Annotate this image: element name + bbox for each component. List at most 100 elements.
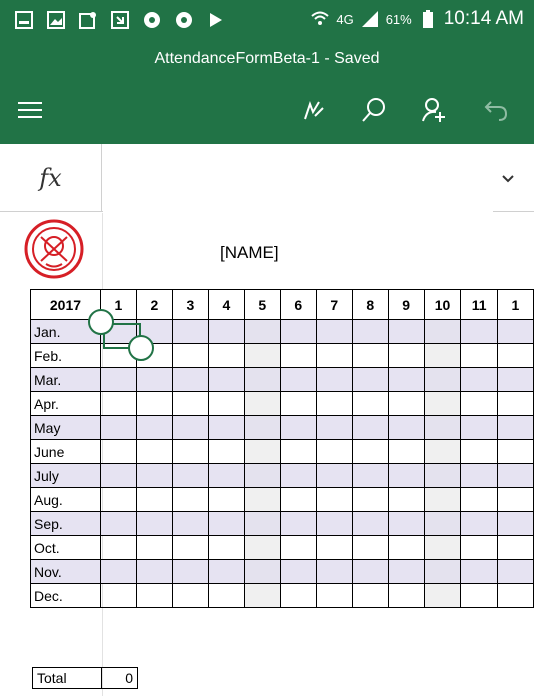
attendance-cell[interactable] (207, 319, 245, 344)
attendance-cell[interactable] (171, 343, 209, 368)
attendance-cell[interactable] (387, 487, 425, 512)
day-header[interactable]: 3 (171, 289, 209, 320)
search-button[interactable] (354, 90, 394, 130)
attendance-cell[interactable] (496, 559, 534, 584)
attendance-cell[interactable] (351, 583, 389, 608)
attendance-cell[interactable] (423, 463, 462, 488)
attendance-cell[interactable] (99, 535, 137, 560)
attendance-cell[interactable] (351, 415, 389, 440)
day-header[interactable]: 9 (387, 289, 425, 320)
attendance-cell[interactable] (460, 343, 498, 368)
formula-input[interactable] (103, 144, 493, 212)
month-label[interactable]: Mar. (30, 367, 101, 392)
attendance-cell[interactable] (387, 583, 425, 608)
attendance-cell[interactable] (387, 535, 425, 560)
selection-start-handle[interactable] (88, 309, 114, 335)
attendance-cell[interactable] (243, 463, 281, 488)
attendance-cell[interactable] (423, 319, 462, 344)
attendance-cell[interactable] (171, 583, 209, 608)
attendance-cell[interactable] (423, 583, 462, 608)
attendance-cell[interactable] (135, 415, 173, 440)
draw-button[interactable] (294, 90, 334, 130)
attendance-cell[interactable] (460, 439, 498, 464)
share-button[interactable] (414, 90, 454, 130)
attendance-cell[interactable] (460, 367, 498, 392)
attendance-cell[interactable] (99, 583, 137, 608)
attendance-cell[interactable] (315, 559, 353, 584)
attendance-cell[interactable] (279, 463, 317, 488)
attendance-cell[interactable] (279, 439, 317, 464)
attendance-cell[interactable] (171, 439, 209, 464)
attendance-cell[interactable] (279, 511, 317, 536)
attendance-cell[interactable] (460, 319, 498, 344)
month-label[interactable]: Nov. (30, 559, 101, 584)
attendance-cell[interactable] (496, 583, 534, 608)
attendance-cell[interactable] (99, 559, 137, 584)
attendance-cell[interactable] (387, 559, 425, 584)
attendance-cell[interactable] (99, 463, 137, 488)
attendance-cell[interactable] (207, 439, 245, 464)
attendance-cell[interactable] (351, 343, 389, 368)
attendance-cell[interactable] (207, 535, 245, 560)
attendance-cell[interactable] (279, 319, 317, 344)
chevron-down-icon[interactable] (498, 168, 518, 188)
attendance-cell[interactable] (460, 535, 498, 560)
month-label[interactable]: Aug. (30, 487, 101, 512)
attendance-cell[interactable] (99, 439, 137, 464)
attendance-cell[interactable] (207, 559, 245, 584)
attendance-cell[interactable] (496, 463, 534, 488)
attendance-cell[interactable] (460, 487, 498, 512)
attendance-cell[interactable] (460, 511, 498, 536)
attendance-cell[interactable] (496, 535, 534, 560)
attendance-cell[interactable] (243, 487, 281, 512)
attendance-cell[interactable] (423, 511, 462, 536)
attendance-cell[interactable] (423, 487, 462, 512)
attendance-cell[interactable] (207, 415, 245, 440)
attendance-cell[interactable] (315, 535, 353, 560)
attendance-cell[interactable] (171, 559, 209, 584)
attendance-cell[interactable] (279, 391, 317, 416)
attendance-cell[interactable] (171, 463, 209, 488)
attendance-cell[interactable] (135, 487, 173, 512)
attendance-cell[interactable] (279, 367, 317, 392)
month-label[interactable]: Oct. (30, 535, 101, 560)
attendance-cell[interactable] (243, 343, 281, 368)
attendance-cell[interactable] (279, 535, 317, 560)
attendance-cell[interactable] (496, 391, 534, 416)
day-header[interactable]: 7 (315, 289, 353, 320)
attendance-cell[interactable] (135, 367, 173, 392)
attendance-cell[interactable] (171, 487, 209, 512)
selection-end-handle[interactable] (128, 335, 154, 361)
attendance-cell[interactable] (171, 511, 209, 536)
attendance-cell[interactable] (99, 367, 137, 392)
attendance-cell[interactable] (207, 511, 245, 536)
attendance-cell[interactable] (171, 367, 209, 392)
day-header[interactable]: 1 (496, 289, 534, 320)
attendance-cell[interactable] (243, 511, 281, 536)
attendance-cell[interactable] (460, 391, 498, 416)
attendance-cell[interactable] (351, 463, 389, 488)
attendance-cell[interactable] (135, 439, 173, 464)
month-label[interactable]: June (30, 439, 101, 464)
attendance-cell[interactable] (496, 415, 534, 440)
attendance-cell[interactable] (423, 367, 462, 392)
month-label[interactable]: May (30, 415, 101, 440)
attendance-cell[interactable] (496, 439, 534, 464)
attendance-cell[interactable] (243, 391, 281, 416)
month-label[interactable]: Feb. (30, 343, 101, 368)
menu-button[interactable] (10, 90, 50, 130)
attendance-cell[interactable] (315, 343, 353, 368)
attendance-cell[interactable] (171, 319, 209, 344)
attendance-cell[interactable] (243, 559, 281, 584)
day-header[interactable]: 4 (207, 289, 245, 320)
attendance-cell[interactable] (207, 583, 245, 608)
day-header[interactable]: 8 (351, 289, 389, 320)
attendance-cell[interactable] (207, 487, 245, 512)
attendance-cell[interactable] (351, 559, 389, 584)
month-label[interactable]: Sep. (30, 511, 101, 536)
attendance-cell[interactable] (207, 343, 245, 368)
attendance-cell[interactable] (460, 415, 498, 440)
attendance-cell[interactable] (387, 439, 425, 464)
attendance-cell[interactable] (279, 487, 317, 512)
attendance-cell[interactable] (315, 415, 353, 440)
